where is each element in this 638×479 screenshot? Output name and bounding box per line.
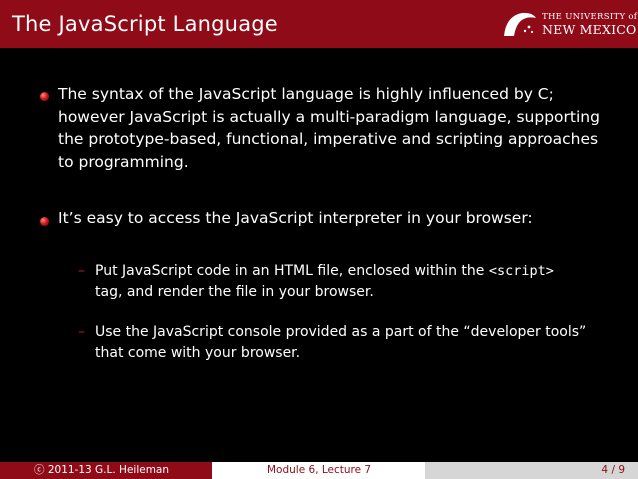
slide-body: The syntax of the JavaScript language is… — [0, 48, 638, 462]
sub-bullet-text: Put JavaScript code in an HTML file, enc… — [95, 261, 554, 302]
code-snippet: <script> — [488, 263, 554, 279]
text-line: The syntax of the JavaScript language is… — [58, 85, 554, 103]
university-logo: THE UNIVERSITY of NEW MEXICO — [502, 8, 637, 42]
bullet-text: The syntax of the JavaScript language is… — [58, 83, 600, 173]
bullet-text: It’s easy to access the JavaScript inter… — [58, 207, 533, 230]
title-bar: The JavaScript Language THE UNIVERSITY o… — [0, 0, 638, 48]
text-line: the prototype-based, functional, imperat… — [58, 130, 599, 148]
text-line: It’s easy to access the JavaScript inter… — [58, 209, 533, 227]
sub-bullet-marker: – — [78, 324, 85, 340]
sub-bullet-marker: – — [78, 263, 85, 279]
logo-new-mexico-text: NEW MEXICO — [542, 22, 637, 37]
text-line: Use the JavaScript console provided as a… — [95, 324, 587, 340]
logo-university-text: THE UNIVERSITY of — [542, 12, 638, 22]
text-line: Put JavaScript code in an HTML file, enc… — [95, 263, 554, 279]
sub-bullet-text: Use the JavaScript console provided as a… — [95, 322, 586, 363]
slide-title: The JavaScript Language — [12, 12, 278, 36]
text-line: tag, and render the file in your browser… — [95, 283, 374, 300]
unm-emblem-icon — [504, 12, 536, 36]
text-line: to programming. — [58, 152, 189, 171]
footer-page-number: 4 / 9 — [425, 462, 638, 479]
slide: The JavaScript Language THE UNIVERSITY o… — [0, 0, 638, 479]
footer-author: ⓒ 2011-13 G.L. Heileman — [0, 462, 212, 479]
bullet-icon — [40, 217, 49, 226]
footer-module: Module 6, Lecture 7 — [212, 462, 425, 479]
text-line: that come with your browser. — [95, 344, 301, 361]
text-line: however JavaScript is actually a multi-p… — [58, 107, 600, 126]
footer-bar: ⓒ 2011-13 G.L. Heileman Module 6, Lectur… — [0, 462, 638, 479]
bullet-icon — [40, 92, 49, 101]
